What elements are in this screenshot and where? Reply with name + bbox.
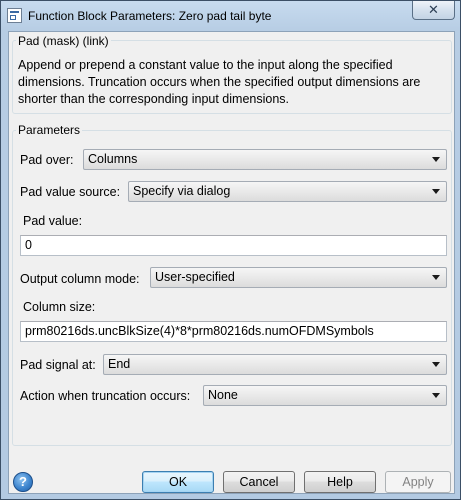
pad-over-label: Pad over: bbox=[20, 153, 74, 167]
pad-value-label: Pad value: bbox=[23, 214, 83, 228]
chevron-down-icon bbox=[432, 393, 440, 398]
pad-value-text: 0 bbox=[25, 238, 32, 252]
pad-over-value: Columns bbox=[88, 152, 138, 166]
simulink-block-icon bbox=[7, 8, 22, 23]
pad-over-dropdown[interactable]: Columns bbox=[83, 149, 447, 170]
truncation-action-value: None bbox=[208, 388, 238, 402]
mask-description: Append or prepend a constant value to th… bbox=[18, 58, 421, 106]
column-size-text: prm80216ds.uncBlkSize(4)*8*prm80216ds.nu… bbox=[25, 324, 374, 338]
window-title: Function Block Parameters: Zero pad tail… bbox=[28, 9, 272, 23]
parameters-group-title: Parameters bbox=[16, 123, 83, 137]
output-column-mode-label: Output column mode: bbox=[20, 272, 140, 286]
close-icon: ✕ bbox=[428, 2, 439, 17]
question-icon[interactable]: ? bbox=[13, 472, 33, 492]
truncation-action-label: Action when truncation occurs: bbox=[20, 389, 191, 403]
pad-signal-at-dropdown[interactable]: End bbox=[103, 354, 447, 375]
pad-value-source-value: Specify via dialog bbox=[133, 184, 231, 198]
close-button[interactable]: ✕ bbox=[412, 1, 455, 20]
output-column-mode-dropdown[interactable]: User-specified bbox=[150, 267, 447, 288]
chevron-down-icon bbox=[432, 157, 440, 162]
help-button[interactable]: Help bbox=[304, 471, 376, 493]
output-column-mode-value: User-specified bbox=[155, 270, 235, 284]
dialog-body: Pad (mask) (link) Append or prepend a co… bbox=[8, 31, 455, 494]
chevron-down-icon bbox=[432, 275, 440, 280]
chevron-down-icon bbox=[432, 189, 440, 194]
apply-button[interactable]: Apply bbox=[385, 471, 451, 493]
pad-signal-at-value: End bbox=[108, 357, 131, 371]
pad-value-source-dropdown[interactable]: Specify via dialog bbox=[128, 181, 447, 202]
pad-value-field[interactable]: 0 bbox=[20, 235, 447, 256]
column-size-field[interactable]: prm80216ds.uncBlkSize(4)*8*prm80216ds.nu… bbox=[20, 321, 447, 342]
cancel-button[interactable]: Cancel bbox=[223, 471, 295, 493]
chevron-down-icon bbox=[432, 362, 440, 367]
pad-signal-at-label: Pad signal at: bbox=[20, 358, 96, 372]
pad-value-source-label: Pad value source: bbox=[20, 185, 121, 199]
truncation-action-dropdown[interactable]: None bbox=[203, 385, 447, 406]
mask-group-title: Pad (mask) (link) bbox=[16, 34, 111, 48]
title-bar[interactable]: Function Block Parameters: Zero pad tail… bbox=[1, 1, 460, 31]
column-size-label: Column size: bbox=[23, 300, 96, 314]
dialog-window: Function Block Parameters: Zero pad tail… bbox=[0, 0, 461, 500]
ok-button[interactable]: OK bbox=[142, 471, 214, 493]
